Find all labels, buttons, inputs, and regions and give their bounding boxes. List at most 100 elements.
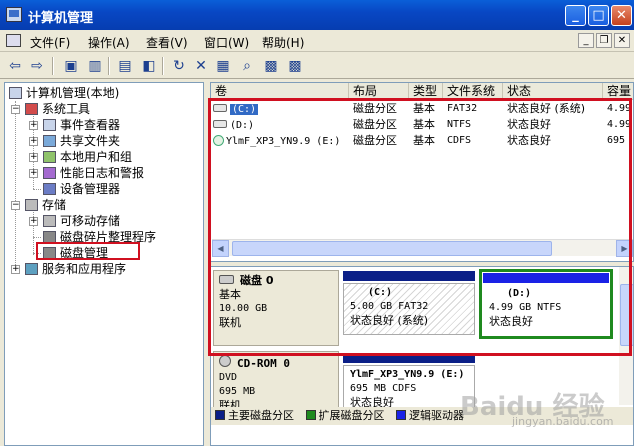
scroll-left-icon[interactable]: ◀ [212,240,229,257]
expand-local-users[interactable]: + [29,153,38,162]
table-row[interactable]: YlmF_XP3_YN9.9 (E:) 磁盘分区 基本 CDFS 状态良好 69… [211,133,633,149]
device-manager-icon [43,183,56,195]
scroll-thumb[interactable] [620,284,633,346]
drive-icon [213,120,227,128]
collapse-system-tools[interactable]: − [11,105,20,114]
tree-item-device-manager[interactable]: 设备管理器 [43,181,120,197]
cell-status: 状态良好 (系统) [507,102,586,115]
maximize-button[interactable]: □ [588,5,609,26]
cdrom-0-info[interactable]: CD-ROM 0 DVD 695 MB 联机 [213,351,339,412]
tree-label: 系统工具 [42,102,91,116]
expand-event-viewer[interactable]: + [29,121,38,130]
document-icon[interactable] [6,34,21,47]
tree-item-event-viewer[interactable]: 事件查看器 [43,117,120,133]
console-tree[interactable]: 计算机管理(本地) − 系统工具 + 事件查看器 + 共享文件夹 + 本地用户和… [4,82,204,446]
services-icon [25,263,38,275]
legend-label: 扩展磁盘分区 [318,409,385,422]
storage-icon [25,199,38,211]
disk-0-info[interactable]: 磁盘 0 基本 10.00 GB 联机 [213,270,339,346]
tree-item-system-tools[interactable]: 系统工具 [25,101,90,117]
menu-action[interactable]: 操作(A) [88,34,130,51]
cd-drive-icon [213,135,224,146]
computer-icon [9,87,22,99]
tree-line [33,189,41,190]
mdi-close-button[interactable]: ✕ [614,33,630,48]
mdi-restore-button[interactable]: ❐ [596,33,612,48]
table-row[interactable]: (C:) 磁盘分区 基本 FAT32 状态良好 (系统) 4.99 [211,101,633,117]
volume-list[interactable]: 卷 布局 类型 文件系统 状态 容量 (C:) 磁盘分区 基本 FAT32 状态… [210,82,634,262]
refresh-icon[interactable]: ↻ [170,57,188,75]
tree-item-shared-folders[interactable]: 共享文件夹 [43,133,120,149]
scroll-right-icon[interactable]: ▶ [616,240,633,257]
column-filesystem[interactable]: 文件系统 [443,83,503,100]
properties-icon[interactable]: ▤ [116,57,134,75]
vertical-scrollbar[interactable] [619,267,633,405]
column-status[interactable]: 状态 [503,83,603,100]
delete-icon[interactable]: ✕ [192,57,210,75]
scroll-thumb[interactable] [232,241,552,256]
menu-view[interactable]: 查看(V) [146,34,188,51]
disk-options-icon[interactable]: ▩ [286,57,304,75]
expand-services[interactable]: + [11,265,20,274]
partition-c[interactable]: (C:) 5.00 GB FAT32 状态良好 (系统) [343,283,475,335]
minimize-button[interactable]: _ [565,5,586,26]
disk-kind: DVD [219,372,238,383]
disk-state: 联机 [219,316,241,329]
primary-partition-bar [343,271,475,281]
partition-detail: 695 MB CDFS [350,383,417,394]
help-icon[interactable]: ◧ [140,57,158,75]
tree-item-services[interactable]: 服务和应用程序 [25,261,126,277]
partition-e[interactable]: YlmF_XP3_YN9.9 (E:) 695 MB CDFS 状态良好 [343,365,475,409]
disk-name: 磁盘 0 [240,274,274,287]
drive-properties-icon[interactable]: ▦ [214,57,232,75]
up-folder-icon[interactable]: ▣ [62,57,80,75]
table-row[interactable]: (D:) 磁盘分区 基本 NTFS 状态良好 4.99 [211,117,633,133]
performance-icon [43,167,56,179]
tree-item-removable-storage[interactable]: 可移动存储 [43,213,120,229]
expand-removable-storage[interactable]: + [29,217,38,226]
tree-label: 存储 [42,198,67,212]
legend-swatch [215,410,225,420]
partition-d[interactable]: (D:) 4.99 GB NTFS 状态良好 [483,285,609,335]
tree-label: 本地用户和组 [60,150,133,164]
removable-storage-icon [43,215,56,227]
cell-filesystem: CDFS [447,135,472,146]
volume-name: YlmF_XP3_YN9.9 (E:) [226,136,341,147]
disk-size: 695 MB [219,386,256,397]
tree-item-perf-logs[interactable]: 性能日志和警报 [43,165,144,181]
menu-file[interactable]: 文件(F) [30,34,70,51]
tree-item-local-users[interactable]: 本地用户和组 [43,149,132,165]
legend-label: 主要磁盘分区 [228,409,294,422]
cell-filesystem: NTFS [447,119,472,130]
search-icon[interactable]: ⌕ [238,57,256,75]
column-type[interactable]: 类型 [409,83,443,100]
expand-shared-folders[interactable]: + [29,137,38,146]
legend-label: 逻辑驱动器 [409,409,464,422]
event-viewer-icon [43,119,56,131]
disk-options-icon[interactable]: ▩ [262,57,280,75]
tree-item-root[interactable]: 计算机管理(本地) [9,85,119,101]
volume-name: (D:) [230,120,255,131]
tree-item-storage[interactable]: 存储 [25,197,66,213]
column-capacity[interactable]: 容量 [603,83,633,100]
column-volume[interactable]: 卷 [211,83,349,100]
cell-type: 基本 [413,102,435,115]
forward-arrow-icon[interactable]: ⇨ [28,57,46,75]
close-button[interactable]: ✕ [611,5,632,26]
menu-window[interactable]: 窗口(W) [204,34,249,51]
partition-status: 状态良好 [489,315,533,328]
tree-label: 设备管理器 [60,182,121,196]
users-icon [43,151,56,163]
expand-perf-logs[interactable]: + [29,169,38,178]
mdi-minimize-button[interactable]: _ [578,33,594,48]
system-tools-icon [25,103,38,115]
disk-size: 10.00 GB [219,303,268,314]
collapse-storage[interactable]: − [11,201,20,210]
menu-help[interactable]: 帮助(H) [262,34,304,51]
horizontal-scrollbar[interactable]: ◀ ▶ [212,239,633,257]
column-layout[interactable]: 布局 [349,83,409,100]
back-arrow-icon[interactable]: ⇦ [6,57,24,75]
logical-drive-bar [483,273,609,283]
tree-label: 事件查看器 [60,118,121,132]
show-hide-tree-icon[interactable]: ▥ [86,57,104,75]
